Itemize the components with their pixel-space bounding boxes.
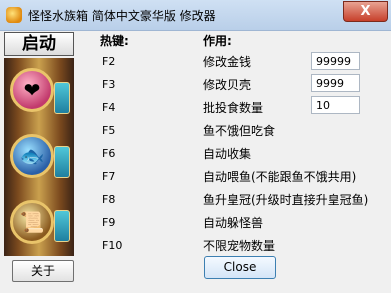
- function-shells: 修改贝壳: [203, 78, 252, 92]
- start-button[interactable]: 启动: [4, 32, 74, 56]
- heart-pet-icon: ❤: [10, 68, 54, 112]
- side-tab-3: [54, 210, 70, 242]
- hotkey-f7: F7: [102, 170, 116, 183]
- function-no-hunger: 鱼不饿但吃食: [203, 124, 276, 138]
- function-money: 修改金钱: [203, 55, 252, 69]
- hotkey-f9: F9: [102, 216, 116, 229]
- window-close-button[interactable]: X: [343, 1, 388, 22]
- title-bar: 怪怪水族箱 简体中文豪华版 修改器 X: [0, 0, 391, 31]
- shells-field[interactable]: [311, 74, 360, 92]
- function-auto-feed: 自动喂鱼(不能跟鱼不饿共用): [203, 170, 357, 184]
- app-icon: [6, 7, 22, 23]
- function-feed-amount: 批投食数量: [203, 101, 264, 115]
- feed-amount-field[interactable]: [311, 96, 360, 114]
- function-auto-collect: 自动收集: [203, 147, 252, 161]
- hotkey-f2: F2: [102, 55, 116, 68]
- about-button[interactable]: 关于: [12, 260, 74, 282]
- money-field[interactable]: [311, 52, 360, 70]
- sidebar-artwork: ❤ 🐟 📜: [4, 58, 74, 256]
- fish-pet-icon: 🐟: [10, 134, 54, 178]
- hotkey-header: 热键:: [100, 34, 129, 48]
- function-crown-fish: 鱼升皇冠(升级时直接升皇冠鱼): [203, 193, 369, 207]
- hotkey-f10: F10: [102, 239, 123, 252]
- close-button[interactable]: Close: [204, 256, 276, 279]
- hotkey-f6: F6: [102, 147, 116, 160]
- function-unlimited-pets: 不限宠物数量: [203, 239, 276, 253]
- scroll-pet-icon: 📜: [10, 200, 54, 244]
- hotkey-f4: F4: [102, 101, 116, 114]
- side-tab-2: [54, 146, 70, 178]
- side-tab-1: [54, 82, 70, 114]
- hotkey-f5: F5: [102, 124, 116, 137]
- window-title: 怪怪水族箱 简体中文豪华版 修改器: [28, 9, 216, 23]
- hotkey-f8: F8: [102, 193, 116, 206]
- hotkey-f3: F3: [102, 78, 116, 91]
- function-header: 作用:: [203, 34, 232, 48]
- function-avoid-monster: 自动躲怪兽: [203, 216, 264, 230]
